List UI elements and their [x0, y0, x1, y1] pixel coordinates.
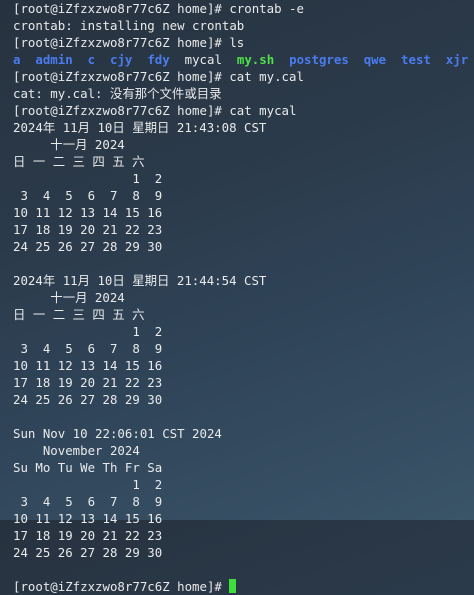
terminal-text: [root@iZfzxzwo8r77c6Z home]# cat my.cal: [13, 69, 304, 84]
directory-entry: qwe: [363, 52, 387, 67]
terminal-text: [root@iZfzxzwo8r77c6Z home]# ls: [13, 35, 245, 50]
terminal-text: 24 25 26 27 28 29 30: [13, 545, 163, 560]
terminal-line: 24 25 26 27 28 29 30: [13, 238, 474, 255]
directory-entry: cjy: [110, 52, 133, 67]
terminal-line: 24 25 26 27 28 29 30: [13, 544, 474, 561]
terminal-line: 24 25 26 27 28 29 30: [13, 391, 474, 408]
terminal-line: 日 一 二 三 四 五 六: [13, 153, 474, 170]
terminal-line: 十一月 2024: [13, 136, 474, 153]
terminal-line: Sun Nov 10 22:06:01 CST 2024: [13, 425, 474, 442]
terminal-text: 2024年 11月 10日 星期日 21:43:08 CST: [13, 120, 267, 135]
terminal-text: Sun Nov 10 22:06:01 CST 2024: [13, 426, 222, 441]
terminal-text: 3 4 5 6 7 8 9: [13, 188, 163, 203]
directory-entry: xjr: [445, 52, 469, 67]
terminal-line: 3 4 5 6 7 8 9: [13, 187, 474, 204]
terminal-line: 10 11 12 13 14 15 16: [13, 510, 474, 527]
terminal-text: 10 11 12 13 14 15 16: [13, 358, 163, 373]
terminal-text: 十一月 2024: [13, 137, 125, 152]
terminal-line: November 2024: [13, 442, 474, 459]
terminal-line: [root@iZfzxzwo8r77c6Z home]# cat my.cal: [13, 68, 474, 85]
terminal-text: 3 4 5 6 7 8 9: [13, 494, 163, 509]
terminal-text: 2024年 11月 10日 星期日 21:44:54 CST: [13, 273, 267, 288]
terminal-line: 1 2: [13, 476, 474, 493]
terminal-line: 2024年 11月 10日 星期日 21:44:54 CST: [13, 272, 474, 289]
terminal-line: crontab: installing new crontab: [13, 17, 474, 34]
terminal-line: 3 4 5 6 7 8 9: [13, 340, 474, 357]
terminal-text: 17 18 19 20 21 22 23: [13, 528, 163, 543]
terminal-window[interactable]: [root@iZfzxzwo8r77c6Z home]# crontab -e c…: [0, 0, 474, 594]
terminal-text: 24 25 26 27 28 29 30: [13, 239, 163, 254]
terminal-line: 10 11 12 13 14 15 16: [13, 204, 474, 221]
terminal-line: 2024年 11月 10日 星期日 21:43:08 CST: [13, 119, 474, 136]
executable-entry: my.sh: [236, 52, 275, 67]
terminal-line: a admin c cjy fdy mycal my.sh postgres q…: [13, 51, 474, 68]
terminal-text: 1 2: [13, 171, 163, 186]
terminal-line: Su Mo Tu We Th Fr Sa: [13, 459, 474, 476]
terminal-line: [root@iZfzxzwo8r77c6Z home]#: [13, 578, 474, 595]
terminal-text: 24 25 26 27 28 29 30: [13, 392, 163, 407]
terminal-line: [root@iZfzxzwo8r77c6Z home]# crontab -e: [13, 0, 474, 17]
terminal-text: mycal: [184, 52, 222, 67]
terminal-text: crontab: installing new crontab: [13, 18, 245, 33]
terminal-line: 10 11 12 13 14 15 16: [13, 357, 474, 374]
directory-entry: c: [87, 52, 96, 67]
directory-entry: admin: [35, 52, 73, 67]
terminal-line: [root@iZfzxzwo8r77c6Z home]# ls: [13, 34, 474, 51]
terminal-text: November 2024: [13, 443, 140, 458]
terminal-text: [root@iZfzxzwo8r77c6Z home]#: [13, 579, 230, 594]
terminal-line: 日 一 二 三 四 五 六: [13, 306, 474, 323]
terminal-line: 17 18 19 20 21 22 23: [13, 527, 474, 544]
directory-entry: fdy: [147, 52, 170, 67]
terminal-line: 3 4 5 6 7 8 9: [13, 493, 474, 510]
terminal-line: 17 18 19 20 21 22 23: [13, 221, 474, 238]
terminal-text: 日 一 二 三 四 五 六: [13, 307, 145, 322]
terminal-line: 17 18 19 20 21 22 23: [13, 374, 474, 391]
terminal-text: Su Mo Tu We Th Fr Sa: [13, 460, 163, 475]
terminal-text: 17 18 19 20 21 22 23: [13, 375, 163, 390]
terminal-text: 十一月 2024: [13, 290, 125, 305]
terminal-text: 10 11 12 13 14 15 16: [13, 205, 163, 220]
terminal-line: cat: my.cal: 没有那个文件或目录: [13, 85, 474, 102]
terminal-text: 日 一 二 三 四 五 六: [13, 154, 145, 169]
text-cursor[interactable]: [229, 579, 237, 593]
terminal-line: 十一月 2024: [13, 289, 474, 306]
terminal-text: 10 11 12 13 14 15 16: [13, 511, 163, 526]
directory-entry: test: [401, 52, 431, 67]
terminal-text: 3 4 5 6 7 8 9: [13, 341, 163, 356]
terminal-text: 1 2: [13, 324, 163, 339]
terminal-line: [root@iZfzxzwo8r77c6Z home]# cat mycal: [13, 102, 474, 119]
directory-entry: postgres: [289, 52, 349, 67]
terminal-text: 17 18 19 20 21 22 23: [13, 222, 163, 237]
terminal-text: [root@iZfzxzwo8r77c6Z home]# cat mycal: [13, 103, 297, 118]
terminal-line: 1 2: [13, 323, 474, 340]
terminal-text: 1 2: [13, 477, 163, 492]
terminal-text: cat: my.cal: 没有那个文件或目录: [13, 86, 222, 101]
terminal-line: 1 2: [13, 170, 474, 187]
terminal-text: [root@iZfzxzwo8r77c6Z home]# crontab -e: [13, 1, 304, 16]
